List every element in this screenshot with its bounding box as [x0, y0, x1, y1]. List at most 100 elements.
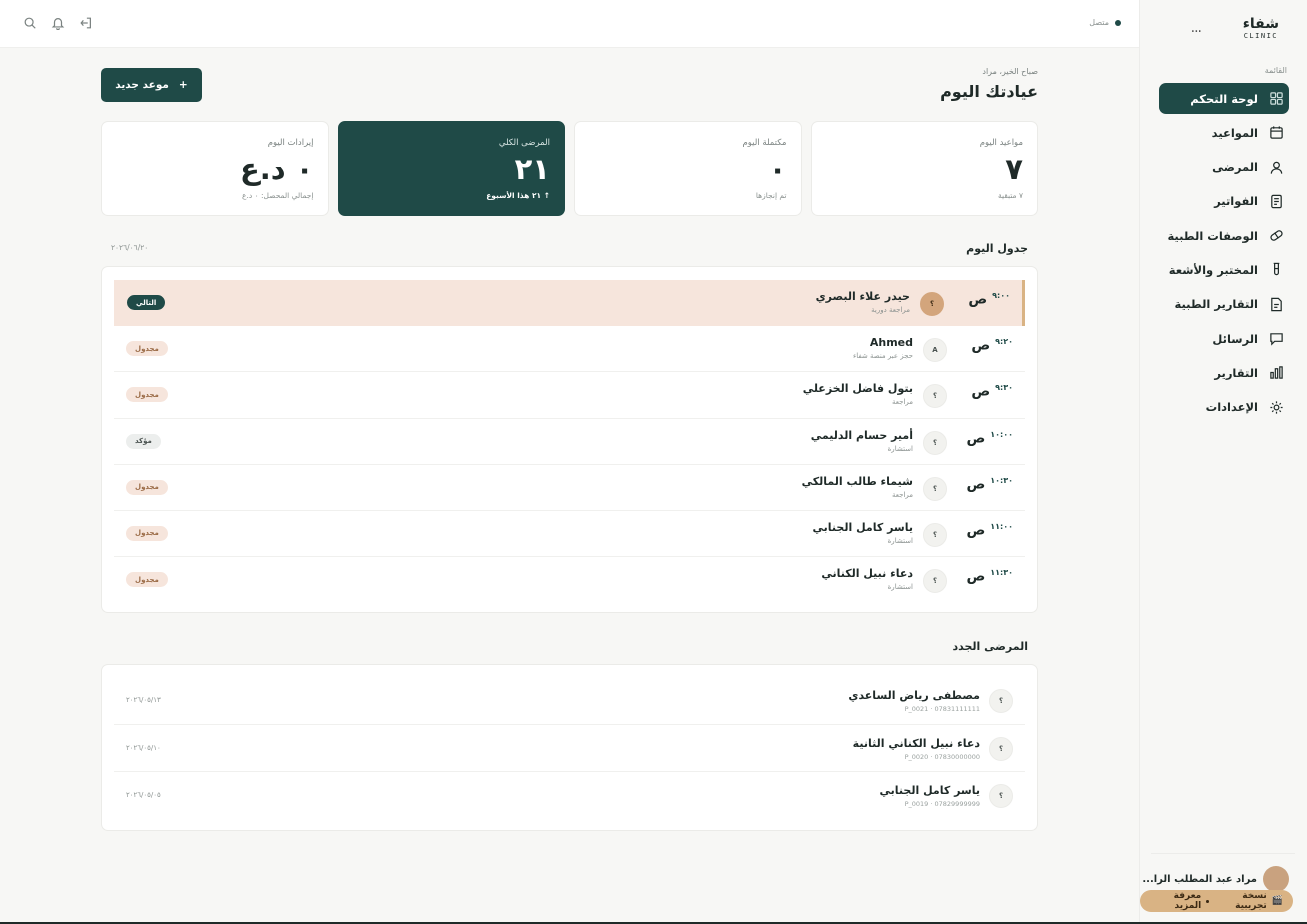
schedule-row[interactable]: ١٠:٠٠ ص ؟ أمير حسام الدليمي استشارة مؤكد — [114, 419, 1025, 465]
stat-card-today-appointments: مواعيد اليوم ٧ ٧ متبقية — [810, 121, 1038, 216]
sidebar-item-label: لوحة التحكم — [1190, 91, 1258, 106]
sidebar-item-label: التقارير — [1214, 365, 1258, 380]
message-icon — [1268, 331, 1284, 347]
sidebar-item-label: الفواتير — [1214, 194, 1258, 209]
brand-logo[interactable]: شفاء CLINIC — [1243, 16, 1279, 40]
clapper-icon: 🎬 — [1271, 896, 1283, 906]
sidebar-item-medical-reports[interactable]: التقارير الطبية — [1159, 289, 1289, 320]
patient-name: شيماء طالب المالكي — [801, 474, 913, 488]
sidebar-item-lab[interactable]: المختبر والأشعة — [1159, 254, 1289, 285]
invoice-icon — [1268, 193, 1284, 209]
user-profile[interactable]: مراد عبد المطلب الرا... — [1142, 866, 1289, 892]
sidebar-item-label: الرسائل — [1212, 331, 1258, 346]
stat-card-total-patients: المرضى الكلي ٢١ ↑ ٢١ هذا الأسبوع — [337, 121, 565, 216]
bell-icon[interactable] — [50, 15, 65, 30]
connection-status: متصل — [1089, 18, 1121, 27]
appointment-time: ١١:٣٠ ص — [966, 568, 1013, 585]
appointment-type: استشارة — [887, 536, 913, 545]
schedule-row[interactable]: ١٠:٣٠ ص ؟ شيماء طالب المالكي مراجعة مجدو… — [114, 465, 1025, 511]
new-appointment-label: موعد جديد — [115, 79, 169, 91]
appointment-type: حجز عبر منصة شفاء — [852, 352, 913, 361]
trial-banner: 🎬 نسخة تجريبية معرفة المزيد — [1140, 890, 1293, 912]
status-badge: مجدول — [126, 525, 168, 541]
brand-name: شفاء — [1242, 16, 1279, 32]
learn-more-link[interactable]: معرفة المزيد — [1150, 891, 1202, 911]
status-badge: مؤكد — [126, 433, 161, 449]
status-label: متصل — [1089, 18, 1109, 27]
schedule-date: ٢٠٢٦/٠٦/٢٠ — [111, 243, 149, 252]
registration-date: ٢٠٢٦/٠٥/١٣ — [126, 696, 161, 704]
patient-name: دعاء نبيل الكناني — [821, 567, 913, 581]
sidebar-item-appointments[interactable]: المواعيد — [1159, 117, 1289, 148]
appointment-type: استشارة — [887, 583, 913, 592]
avatar: A — [923, 338, 947, 363]
stat-label: مواعيد اليوم — [979, 138, 1023, 148]
appointment-type: استشارة — [887, 444, 913, 453]
avatar: ؟ — [923, 430, 947, 455]
sidebar-item-invoices[interactable]: الفواتير — [1159, 186, 1289, 217]
stat-value: ٧ — [1005, 152, 1023, 186]
patient-name: ياسر كامل الجنابي — [812, 520, 913, 534]
list-item[interactable]: ؟ دعاء نبيل الكناني الثانية P_0020 · 078… — [114, 725, 1025, 772]
sidebar-item-reports[interactable]: التقارير — [1159, 357, 1289, 388]
patient-name: بتول فاضل الخزعلي — [802, 382, 913, 396]
sidebar-nav: لوحة التحكم المواعيد المرضى الفواتير الو… — [1159, 83, 1289, 426]
appointment-time: ١١:٠٠ ص — [966, 521, 1013, 539]
schedule-title: جدول اليوم — [966, 242, 1028, 255]
avatar: ؟ — [923, 384, 947, 409]
schedule-row[interactable]: ٩:٣٠ ص ؟ بتول فاضل الخزعلي مراجعة مجدول — [114, 372, 1025, 419]
menu-caption: القائمة — [1264, 66, 1287, 75]
patient-meta: P_0021 · 07831111111 — [904, 705, 980, 713]
sidebar-item-prescriptions[interactable]: الوصفات الطبية — [1159, 220, 1289, 251]
logout-icon[interactable] — [78, 15, 93, 30]
registration-date: ٢٠٢٦/٠٥/٠٥ — [126, 791, 161, 799]
avatar: ؟ — [923, 522, 947, 547]
new-patients-title: المرضى الجدد — [952, 640, 1028, 653]
stat-note: ↑ ٢١ هذا الأسبوع — [486, 191, 550, 200]
schedule-row[interactable]: ١١:٠٠ ص ؟ ياسر كامل الجنابي استشارة مجدو… — [114, 511, 1025, 558]
sidebar-item-label: المختبر والأشعة — [1168, 262, 1258, 277]
brand-subtitle: CLINIC — [1243, 32, 1279, 40]
patient-name: دعاء نبيل الكناني الثانية — [852, 736, 980, 750]
patient-name: ياسر كامل الجنابي — [879, 784, 980, 797]
appointment-type: مراجعة دورية — [871, 306, 910, 314]
appointment-type: مراجعة — [891, 490, 913, 499]
sidebar-item-messages[interactable]: الرسائل — [1159, 323, 1289, 354]
more-menu-icon[interactable]: ... — [1191, 20, 1202, 36]
stat-value: ٢١ — [514, 152, 550, 186]
status-badge: مجدول — [126, 341, 168, 357]
avatar: ؟ — [989, 689, 1013, 713]
new-appointment-button[interactable]: + موعد جديد — [101, 68, 202, 102]
stat-card-today-revenue: إيرادات اليوم ٠ د.ع إجمالي المحصل: ٠ د.ع — [101, 121, 329, 216]
schedule-row[interactable]: ١١:٣٠ ص ؟ دعاء نبيل الكناني استشارة مجدو… — [114, 557, 1025, 603]
list-item[interactable]: ؟ ياسر كامل الجنابي P_0019 · 07829999999… — [114, 772, 1025, 820]
test-tube-icon — [1268, 262, 1284, 278]
topbar: متصل — [0, 0, 1139, 48]
sidebar-item-settings[interactable]: الإعدادات — [1159, 392, 1289, 423]
search-icon[interactable] — [22, 15, 37, 30]
stat-note: إجمالي المحصل: ٠ د.ع — [241, 191, 314, 200]
topbar-actions — [22, 15, 93, 30]
sidebar-item-label: التقارير الطبية — [1174, 297, 1258, 312]
patient-name: Ahmed — [869, 336, 913, 350]
avatar: ؟ — [989, 784, 1013, 808]
appointment-time: ١٠:٣٠ ص — [966, 475, 1013, 493]
appointment-type: مراجعة — [891, 398, 913, 407]
appointment-time: ٩:٣٠ ص — [971, 383, 1013, 401]
user-name: مراد عبد المطلب الرا... — [1142, 873, 1257, 885]
list-item[interactable]: ؟ مصطفى رياض الساعدي P_0021 · 0783111111… — [114, 677, 1025, 725]
stat-card-completed-today: مكتملة اليوم ٠ تم إنجازها — [574, 121, 802, 216]
trial-label: نسخة تجريبية — [1235, 891, 1267, 911]
user-icon — [1268, 159, 1284, 175]
pill-icon — [1268, 228, 1284, 244]
avatar: ؟ — [989, 736, 1013, 761]
schedule-row[interactable]: ٩:٠٠ ص ؟ حيدر علاء البصري مراجعة دورية ا… — [114, 280, 1025, 327]
document-icon — [1268, 296, 1284, 312]
status-badge: مجدول — [126, 572, 168, 588]
schedule-row[interactable]: ٩:٢٠ ص A Ahmed حجز عبر منصة شفاء مجدول — [114, 326, 1025, 373]
sidebar-item-patients[interactable]: المرضى — [1159, 152, 1289, 183]
sidebar-item-dashboard[interactable]: لوحة التحكم — [1159, 83, 1289, 114]
stat-label: مكتملة اليوم — [742, 138, 787, 148]
registration-date: ٢٠٢٦/٠٥/١٠ — [126, 743, 161, 752]
separator-dot — [1206, 899, 1209, 903]
